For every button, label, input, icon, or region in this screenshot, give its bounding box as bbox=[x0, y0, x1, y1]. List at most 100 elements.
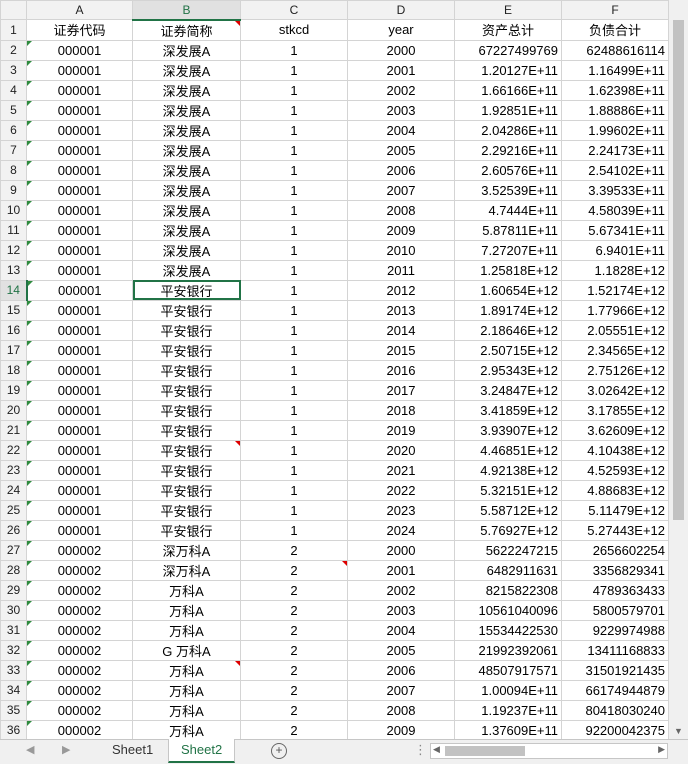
cell[interactable]: 000002 bbox=[26, 619, 133, 641]
cell[interactable]: 2000 bbox=[347, 539, 455, 561]
cell[interactable]: 000002 bbox=[26, 719, 133, 740]
cell[interactable]: 万科A bbox=[132, 619, 241, 641]
cell[interactable]: 1 bbox=[240, 39, 348, 61]
tab-scroll-left-icon[interactable]: ◀ bbox=[26, 743, 34, 756]
cell[interactable]: 1 bbox=[240, 339, 348, 361]
row-header[interactable]: 36 bbox=[0, 719, 27, 740]
cell[interactable]: 1.37609E+11 bbox=[454, 719, 562, 740]
cell[interactable]: 5.11479E+12 bbox=[561, 499, 669, 521]
cell[interactable]: 1 bbox=[240, 259, 348, 281]
cell[interactable]: 62488616114 bbox=[561, 39, 669, 61]
cell[interactable]: 2005 bbox=[347, 139, 455, 161]
row-header[interactable]: 8 bbox=[0, 159, 27, 181]
cell[interactable]: 3.17855E+12 bbox=[561, 399, 669, 421]
cell[interactable]: 2 bbox=[240, 659, 348, 681]
cell[interactable]: 平安银行 bbox=[132, 379, 241, 401]
row-header[interactable]: 26 bbox=[0, 519, 27, 541]
cell[interactable]: 6482911631 bbox=[454, 559, 562, 581]
cell[interactable]: 2 bbox=[240, 579, 348, 601]
cell[interactable]: 1.89174E+12 bbox=[454, 299, 562, 321]
row-header[interactable]: 16 bbox=[0, 319, 27, 341]
row-header[interactable]: 31 bbox=[0, 619, 27, 641]
cell[interactable]: 2.24173E+11 bbox=[561, 139, 669, 161]
row-header[interactable]: 33 bbox=[0, 659, 27, 681]
cell[interactable]: 13411168833 bbox=[561, 639, 669, 661]
cell[interactable]: 2012 bbox=[347, 279, 455, 301]
cell[interactable]: 1.62398E+11 bbox=[561, 79, 669, 101]
cell[interactable]: 2.54102E+11 bbox=[561, 159, 669, 181]
cell[interactable]: 48507917571 bbox=[454, 659, 562, 681]
cell[interactable]: 5800579701 bbox=[561, 599, 669, 621]
vertical-scroll-thumb[interactable] bbox=[673, 20, 684, 520]
cell[interactable]: 2006 bbox=[347, 159, 455, 181]
cell[interactable]: 1 bbox=[240, 119, 348, 141]
cell[interactable]: 万科A bbox=[132, 579, 241, 601]
column-header[interactable]: A bbox=[26, 0, 133, 20]
cell[interactable]: 2017 bbox=[347, 379, 455, 401]
cell[interactable]: 2011 bbox=[347, 259, 455, 281]
cell[interactable]: 1 bbox=[240, 379, 348, 401]
row-header[interactable]: 20 bbox=[0, 399, 27, 421]
cell[interactable]: 2 bbox=[240, 719, 348, 740]
cell[interactable]: 000002 bbox=[26, 539, 133, 561]
cell[interactable]: 000002 bbox=[26, 699, 133, 721]
row-header[interactable]: 29 bbox=[0, 579, 27, 601]
cell[interactable]: 深发展A bbox=[132, 259, 241, 281]
cell[interactable]: 1 bbox=[240, 359, 348, 381]
row-header[interactable]: 27 bbox=[0, 539, 27, 561]
cell[interactable]: 5.32151E+12 bbox=[454, 479, 562, 501]
cell[interactable]: 000001 bbox=[26, 139, 133, 161]
tab-sheet1[interactable]: Sheet1 bbox=[100, 739, 165, 763]
cell[interactable]: 1 bbox=[240, 499, 348, 521]
cell[interactable]: 000001 bbox=[26, 519, 133, 541]
cell[interactable]: 000001 bbox=[26, 499, 133, 521]
cell[interactable]: 31501921435 bbox=[561, 659, 669, 681]
row-header[interactable]: 19 bbox=[0, 379, 27, 401]
cell[interactable]: 000001 bbox=[26, 399, 133, 421]
cell[interactable]: 2008 bbox=[347, 199, 455, 221]
cell[interactable]: 深发展A bbox=[132, 39, 241, 61]
cell[interactable]: 深发展A bbox=[132, 139, 241, 161]
cell[interactable]: 2.18646E+12 bbox=[454, 319, 562, 341]
cell[interactable]: 000001 bbox=[26, 99, 133, 121]
cell[interactable]: 2020 bbox=[347, 439, 455, 461]
cell[interactable]: 2021 bbox=[347, 459, 455, 481]
cell[interactable]: 1 bbox=[240, 219, 348, 241]
cell[interactable]: 15534422530 bbox=[454, 619, 562, 641]
cell[interactable]: 3.52539E+11 bbox=[454, 179, 562, 201]
cell[interactable]: 2 bbox=[240, 619, 348, 641]
cell[interactable]: 万科A bbox=[132, 659, 241, 681]
cell[interactable]: 1.77966E+12 bbox=[561, 299, 669, 321]
cell[interactable]: 平安银行 bbox=[132, 519, 241, 541]
cell[interactable]: 2006 bbox=[347, 659, 455, 681]
cell[interactable]: 2022 bbox=[347, 479, 455, 501]
cell[interactable]: 2002 bbox=[347, 79, 455, 101]
cell[interactable]: 深发展A bbox=[132, 99, 241, 121]
row-header[interactable]: 25 bbox=[0, 499, 27, 521]
cell[interactable]: 2.04286E+11 bbox=[454, 119, 562, 141]
cell[interactable]: 000001 bbox=[26, 119, 133, 141]
cell[interactable]: 万科A bbox=[132, 719, 241, 740]
row-header[interactable]: 5 bbox=[0, 99, 27, 121]
cell[interactable]: 4.7444E+11 bbox=[454, 199, 562, 221]
row-header[interactable]: 6 bbox=[0, 119, 27, 141]
column-header[interactable]: C bbox=[240, 0, 348, 20]
cell[interactable]: 000001 bbox=[26, 439, 133, 461]
cell[interactable]: 000001 bbox=[26, 419, 133, 441]
cell[interactable]: 2003 bbox=[347, 599, 455, 621]
row-header[interactable]: 13 bbox=[0, 259, 27, 281]
cell[interactable]: 1 bbox=[240, 319, 348, 341]
row-header[interactable]: 28 bbox=[0, 559, 27, 581]
cell[interactable]: 000001 bbox=[26, 299, 133, 321]
cell[interactable]: 000001 bbox=[26, 459, 133, 481]
cell[interactable]: 1 bbox=[240, 59, 348, 81]
cell[interactable]: 3.39533E+11 bbox=[561, 179, 669, 201]
row-header[interactable]: 3 bbox=[0, 59, 27, 81]
cell[interactable]: 2010 bbox=[347, 239, 455, 261]
cell[interactable]: 3.93907E+12 bbox=[454, 419, 562, 441]
cell[interactable]: 1 bbox=[240, 79, 348, 101]
cell[interactable]: 平安银行 bbox=[132, 499, 241, 521]
cell[interactable]: 000001 bbox=[26, 379, 133, 401]
cell[interactable]: 4.52593E+12 bbox=[561, 459, 669, 481]
cell[interactable]: 2.29216E+11 bbox=[454, 139, 562, 161]
